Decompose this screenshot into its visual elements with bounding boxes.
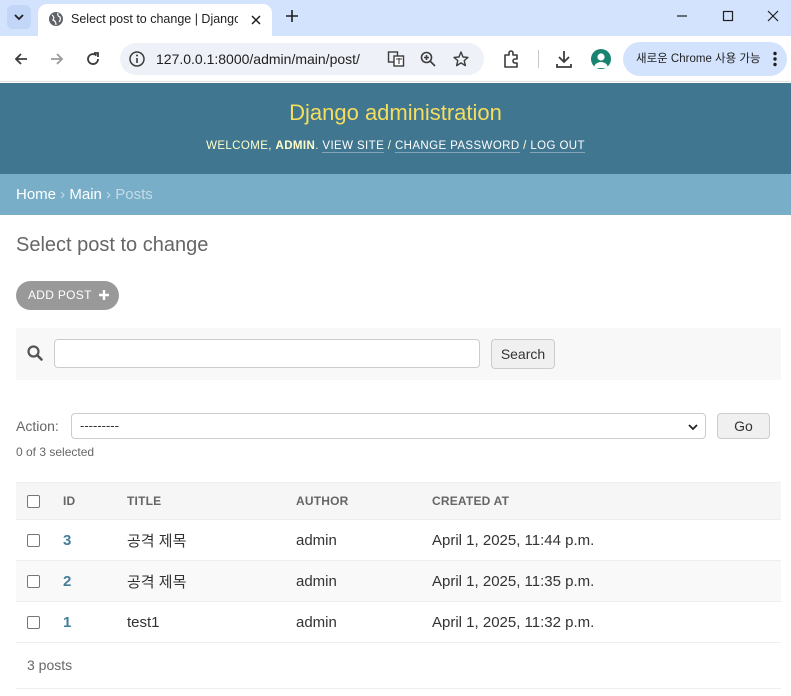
browser-toolbar: 127.0.0.1:8000/admin/main/post/ 새로운 Chro… <box>0 36 791 82</box>
star-icon[interactable] <box>452 50 470 68</box>
title-cell: 공격 제목 <box>127 519 296 561</box>
title-cell: test1 <box>127 601 296 643</box>
breadcrumb-app[interactable]: Main <box>69 186 102 203</box>
row-checkbox[interactable] <box>27 575 40 589</box>
chrome-update-button[interactable]: 새로운 Chrome 사용 가능 <box>623 42 787 76</box>
plus-icon <box>99 290 109 300</box>
id-cell: 1 <box>63 601 127 643</box>
zoom-icon[interactable] <box>419 50 437 68</box>
browser-tab[interactable]: Select post to change | Django site admi… <box>38 4 272 36</box>
breadcrumb: Home › Main › Posts <box>0 174 791 215</box>
user-tools: Welcome, admin. View site / Change passw… <box>206 140 585 153</box>
minimize-icon[interactable] <box>659 0 705 32</box>
kebab-icon[interactable] <box>773 51 777 67</box>
admin-header: Django administration Welcome, admin. Vi… <box>0 83 791 174</box>
page-title: Select post to change <box>16 234 209 256</box>
table-row: 2 공격 제목 admin April 1, 2025, 11:35 p.m. <box>16 560 781 602</box>
select-all-checkbox[interactable] <box>27 495 40 509</box>
created-cell: April 1, 2025, 11:44 p.m. <box>432 519 781 561</box>
table-row: 3 공격 제목 admin April 1, 2025, 11:44 p.m. <box>16 519 781 561</box>
row-checkbox-cell <box>16 519 63 561</box>
table-row: 1 test1 admin April 1, 2025, 11:32 p.m. <box>16 601 781 643</box>
tab-title: Select post to change | Django site admi… <box>71 12 238 26</box>
column-header-title[interactable]: Title <box>127 482 296 520</box>
profile-icon[interactable] <box>591 49 611 69</box>
log-out-link[interactable]: Log out <box>530 140 585 153</box>
toolbar-divider <box>538 50 539 68</box>
author-cell: admin <box>296 519 432 561</box>
title-cell: 공격 제목 <box>127 560 296 602</box>
extensions-icon[interactable] <box>500 48 522 70</box>
created-cell: April 1, 2025, 11:35 p.m. <box>432 560 781 602</box>
column-header-id[interactable]: ID <box>63 482 127 520</box>
chevron-down-icon <box>688 424 698 431</box>
site-brand[interactable]: Django administration <box>0 100 791 126</box>
action-label: Action: <box>16 418 59 434</box>
results-table: ID Title Author Created at 3 공격 제목 admin… <box>16 482 781 643</box>
search-icon <box>27 345 43 361</box>
column-header-author[interactable]: Author <box>296 482 432 520</box>
browser-tab-bar: Select post to change | Django site admi… <box>0 0 791 36</box>
row-checkbox[interactable] <box>27 616 40 630</box>
back-icon[interactable] <box>9 47 33 71</box>
chrome-update-label: 새로운 Chrome 사용 가능 <box>636 53 761 65</box>
post-id-link[interactable]: 3 <box>63 532 71 549</box>
id-cell: 2 <box>63 560 127 602</box>
translate-icon[interactable] <box>387 50 405 68</box>
view-site-link[interactable]: View site <box>322 140 385 153</box>
breadcrumb-current: Posts <box>115 186 153 203</box>
close-icon[interactable] <box>248 12 264 28</box>
url-text: 127.0.0.1:8000/admin/main/post/ <box>156 51 360 67</box>
id-cell: 3 <box>63 519 127 561</box>
created-cell: April 1, 2025, 11:32 p.m. <box>432 601 781 643</box>
plus-icon[interactable] <box>282 6 302 26</box>
search-input[interactable] <box>54 339 480 368</box>
row-checkbox[interactable] <box>27 534 40 548</box>
close-window-icon[interactable] <box>750 0 791 32</box>
download-icon[interactable] <box>553 48 575 70</box>
tab-search-icon[interactable] <box>7 5 31 29</box>
selected-count: 0 of 3 selected <box>16 445 95 459</box>
row-checkbox-cell <box>16 560 63 602</box>
post-id-link[interactable]: 2 <box>63 573 71 590</box>
maximize-icon[interactable] <box>705 0 751 32</box>
forward-icon[interactable] <box>45 47 69 71</box>
username: admin <box>275 140 316 152</box>
author-cell: admin <box>296 601 432 643</box>
column-header-created-at[interactable]: Created at <box>432 482 781 520</box>
address-bar[interactable]: 127.0.0.1:8000/admin/main/post/ <box>120 43 484 75</box>
author-cell: admin <box>296 560 432 602</box>
table-header-row: ID Title Author Created at <box>16 482 781 520</box>
add-post-label: Add post <box>28 288 92 302</box>
change-password-link[interactable]: Change password <box>394 140 520 153</box>
reload-icon[interactable] <box>81 47 105 71</box>
globe-icon <box>49 12 63 26</box>
row-checkbox-cell <box>16 601 63 643</box>
select-all-cell <box>16 482 63 520</box>
post-id-link[interactable]: 1 <box>63 614 71 631</box>
search-button[interactable]: Search <box>491 339 555 369</box>
search-toolbar: Search <box>16 328 781 380</box>
action-selected-value: --------- <box>80 418 119 433</box>
go-button[interactable]: Go <box>717 413 770 439</box>
welcome-text: Welcome, <box>206 140 276 152</box>
breadcrumb-home[interactable]: Home <box>16 186 56 203</box>
site-info-icon[interactable] <box>128 50 146 68</box>
paginator: 3 posts <box>16 642 781 689</box>
add-post-button[interactable]: Add post <box>16 281 119 310</box>
action-select[interactable]: --------- <box>71 413 706 439</box>
